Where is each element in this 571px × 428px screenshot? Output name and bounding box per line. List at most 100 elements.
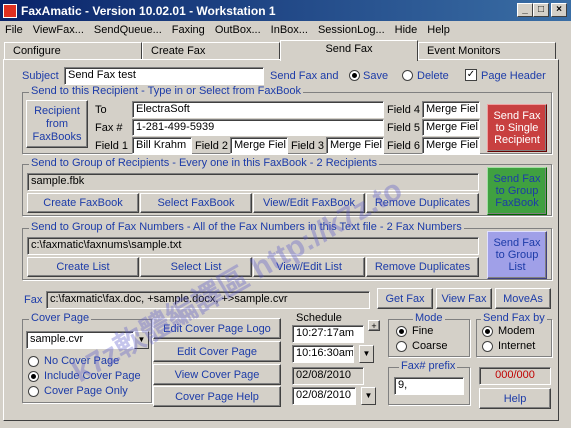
remove-duplicates-faxbook-button[interactable]: Remove Duplicates (366, 193, 479, 213)
recipient-group-label: Send to this Recipient - Type in or Sele… (29, 85, 304, 97)
page-header-label: Page Header (481, 70, 546, 82)
field3-input[interactable]: Merge Fiel (326, 137, 384, 154)
help-button[interactable]: Help (479, 388, 551, 409)
include-cover-radio[interactable] (28, 371, 39, 382)
create-list-button[interactable]: Create List (27, 257, 139, 277)
schedule-date1: 02/08/2010 (292, 367, 364, 385)
send-single-button[interactable]: Send Fax to Single Recipient (487, 104, 547, 152)
subject-label: Subject (22, 70, 59, 82)
menu-inbox[interactable]: InBox... (266, 24, 313, 36)
field6-label: Field 6 (387, 140, 421, 152)
view-cover-page-button[interactable]: View Cover Page (153, 364, 281, 385)
fax-path: c:\faxmatic\fax.doc, +sample.docx, +>sam… (46, 291, 370, 309)
faxnumbers-group-label: Send to Group of Fax Numbers - All of th… (29, 221, 464, 233)
internet-radio[interactable] (482, 341, 493, 352)
delete-radio[interactable] (402, 70, 413, 81)
field6-input[interactable]: Merge Fiel (422, 137, 480, 154)
menu-viewfax[interactable]: ViewFax... (28, 24, 89, 36)
create-faxbook-button[interactable]: Create FaxBook (27, 193, 139, 213)
time-dropdown-icon[interactable]: ▼ (359, 345, 374, 363)
view-fax-button[interactable]: View Fax (436, 288, 492, 309)
tab-bar: Configure Create Fax Send Fax Event Moni… (0, 40, 560, 61)
fine-label: Fine (412, 325, 434, 337)
menu-file[interactable]: File (0, 24, 28, 36)
menu-hide[interactable]: Hide (390, 24, 423, 36)
schedule-increment-button[interactable]: + (368, 320, 380, 331)
recipient-from-faxbooks-button[interactable]: Recipient from FaxBooks (26, 100, 88, 148)
fax-number-input[interactable]: 1-281-499-5939 (132, 119, 384, 136)
faxbook-path: sample.fbk (27, 173, 479, 191)
cover-only-radio[interactable] (28, 386, 39, 397)
moveas-button[interactable]: MoveAs (495, 288, 551, 309)
field4-label: Field 4 (387, 104, 421, 116)
field1-input[interactable]: Bill Krahm (132, 137, 192, 154)
mode-label: Mode (413, 312, 445, 324)
fax-label: Fax (24, 294, 43, 306)
get-fax-button[interactable]: Get Fax (377, 288, 433, 309)
tab-send-fax[interactable]: Send Fax (280, 40, 418, 61)
cover-page-select[interactable]: sample.cvr (26, 331, 134, 349)
menu-sessionlog[interactable]: SessionLog... (313, 24, 390, 36)
field1-label: Field 1 (95, 140, 129, 152)
modem-radio[interactable] (482, 326, 493, 337)
fax-counter: 000/000 (479, 367, 551, 385)
app-icon (3, 3, 17, 18)
no-cover-radio[interactable] (28, 356, 39, 367)
send-group-faxbook-button[interactable]: Send Fax to Group FaxBook (487, 167, 547, 215)
field5-input[interactable]: Merge Fiel (422, 119, 480, 136)
cover-only-label: Cover Page Only (44, 385, 128, 397)
schedule-time2[interactable]: 10:16:30am (292, 345, 354, 363)
delete-label: Delete (417, 70, 449, 82)
fax-prefix-input[interactable]: 9, (394, 377, 464, 395)
send-and-label: Send Fax and (270, 70, 339, 82)
edit-cover-logo-button[interactable]: Edit Cover Page Logo (153, 318, 281, 339)
subject-input[interactable]: Send Fax test (64, 67, 264, 85)
minimize-button[interactable]: _ (517, 3, 533, 17)
send-by-label: Send Fax by (481, 312, 547, 324)
edit-cover-page-button[interactable]: Edit Cover Page (153, 341, 281, 362)
coarse-radio[interactable] (396, 341, 407, 352)
send-group-list-button[interactable]: Send Fax to Group List (487, 231, 547, 279)
cover-page-dropdown-icon[interactable]: ▼ (134, 331, 149, 349)
tab-event-monitors[interactable]: Event Monitors (418, 42, 556, 60)
select-list-button[interactable]: Select List (140, 257, 252, 277)
select-faxbook-button[interactable]: Select FaxBook (140, 193, 252, 213)
no-cover-label: No Cover Page (44, 355, 120, 367)
title-bar: FaxAmatic - Version 10.02.01 - Workstati… (0, 0, 571, 21)
cover-page-help-button[interactable]: Cover Page Help (153, 386, 281, 407)
tab-create-fax[interactable]: Create Fax (142, 42, 280, 60)
fine-radio[interactable] (396, 326, 407, 337)
to-label: To (95, 104, 107, 116)
faxnumbers-path: c:\faxmatic\faxnums\sample.txt (27, 237, 479, 255)
menu-outbox[interactable]: OutBox... (210, 24, 266, 36)
page-header-checkbox[interactable]: ✓ (465, 69, 477, 81)
menu-faxing[interactable]: Faxing (167, 24, 210, 36)
maximize-button[interactable]: □ (533, 3, 549, 17)
view-edit-list-button[interactable]: View/Edit List (253, 257, 365, 277)
field5-label: Field 5 (387, 122, 421, 134)
tab-configure[interactable]: Configure (4, 42, 142, 60)
field2-input[interactable]: Merge Fiel (230, 137, 288, 154)
menu-help[interactable]: Help (422, 24, 455, 36)
schedule-label: Schedule (296, 312, 342, 324)
schedule-date2[interactable]: 02/08/2010 (292, 387, 356, 405)
schedule-time1[interactable]: 10:27:17am (292, 325, 364, 343)
fax-prefix-label: Fax# prefix (399, 360, 458, 372)
view-edit-faxbook-button[interactable]: View/Edit FaxBook (253, 193, 365, 213)
field4-input[interactable]: Merge Fiel (422, 101, 480, 118)
window-title: FaxAmatic - Version 10.02.01 - Workstati… (21, 3, 276, 18)
field3-label: Field 3 (291, 140, 325, 152)
to-input[interactable]: ElectraSoft (132, 101, 384, 118)
menu-sendqueue[interactable]: SendQueue... (89, 24, 167, 36)
fax-number-label: Fax # (95, 122, 123, 134)
menu-bar: File ViewFax... SendQueue... Faxing OutB… (0, 21, 571, 39)
date-dropdown-icon[interactable]: ▼ (361, 387, 376, 405)
close-button[interactable]: × (551, 3, 567, 17)
modem-label: Modem (498, 325, 535, 337)
remove-duplicates-list-button[interactable]: Remove Duplicates (366, 257, 479, 277)
save-label: Save (363, 70, 389, 82)
faxbook-group-label: Send to Group of Recipients - Every one … (29, 157, 380, 169)
coarse-label: Coarse (412, 340, 448, 352)
save-radio[interactable] (349, 70, 360, 81)
field2-label: Field 2 (195, 140, 229, 152)
